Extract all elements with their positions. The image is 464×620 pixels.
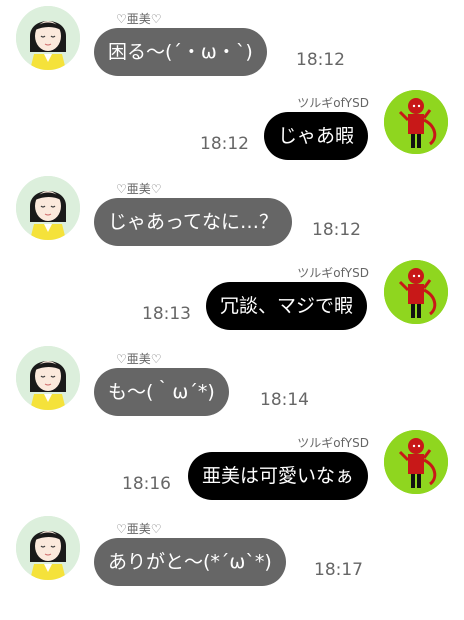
message-time: 18:14: [260, 390, 309, 410]
message-bubble[interactable]: じゃあってなに…？: [94, 198, 293, 246]
message-bubble[interactable]: 冗談、マジで暇: [206, 282, 368, 330]
sender-name: ツルギofYSD: [297, 96, 369, 110]
message-time: 18:16: [122, 474, 171, 494]
message-bubble[interactable]: じゃあ暇: [264, 112, 369, 160]
sender-name: ♡亜美♡: [116, 522, 162, 536]
message-time: 18:12: [296, 50, 345, 70]
message-row: ♡亜美♡ ありがと〜(*´ω`*) 18:17: [0, 510, 464, 620]
chat-log: ♡亜美♡ 困る〜(´・ω・`) 18:12 ツルギofYSD じゃあ暇 18:1…: [0, 0, 464, 600]
girl-avatar-icon[interactable]: [16, 6, 80, 70]
girl-avatar-icon[interactable]: [16, 516, 80, 580]
message-time: 18:17: [314, 560, 363, 580]
sender-name: ツルギofYSD: [297, 436, 369, 450]
message-time: 18:13: [142, 304, 191, 324]
girl-avatar-icon[interactable]: [16, 176, 80, 240]
message-bubble[interactable]: ありがと〜(*´ω`*): [94, 538, 286, 586]
sender-name: ♡亜美♡: [116, 352, 162, 366]
sender-name: ツルギofYSD: [297, 266, 369, 280]
red-devil-avatar-icon[interactable]: [384, 90, 448, 154]
red-devil-avatar-icon[interactable]: [384, 260, 448, 324]
red-devil-avatar-icon[interactable]: [384, 430, 448, 494]
message-bubble[interactable]: 亜美は可愛いなぁ: [188, 452, 369, 500]
message-time: 18:12: [200, 134, 249, 154]
message-bubble[interactable]: 困る〜(´・ω・`): [94, 28, 267, 76]
message-time: 18:12: [312, 220, 361, 240]
girl-avatar-icon[interactable]: [16, 346, 80, 410]
sender-name: ♡亜美♡: [116, 182, 162, 196]
sender-name: ♡亜美♡: [116, 12, 162, 26]
message-bubble[interactable]: も〜(｀ω´*): [94, 368, 229, 416]
